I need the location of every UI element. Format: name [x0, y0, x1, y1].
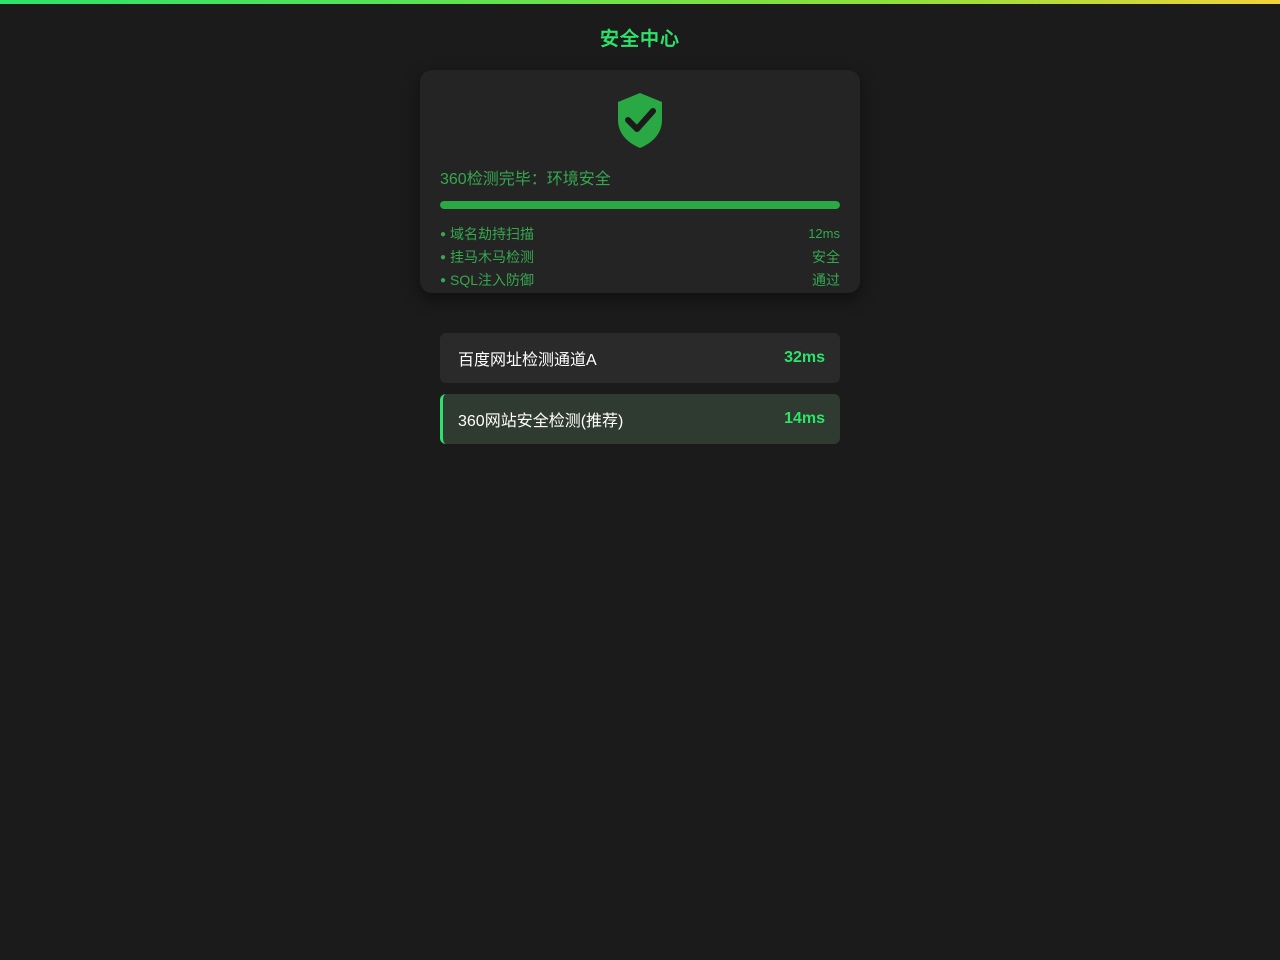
check-item-label: ● SQL注入防御 [440, 271, 535, 288]
check-item: ● 域名劫持扫描 12ms [440, 222, 840, 245]
check-item-label: ● 挂马木马检测 [440, 248, 535, 265]
check-list: ● 域名劫持扫描 12ms ● 挂马木马检测 安全 ● SQL注入防御 通过 [440, 222, 840, 291]
check-item: ● SQL注入防御 通过 [440, 268, 840, 291]
check-item-label: ● 域名劫持扫描 [440, 225, 535, 242]
bullet-icon: ● [440, 229, 447, 241]
check-item-value: 通过 [812, 271, 840, 288]
channel-option-360[interactable]: 360网站安全检测(推荐) 14ms [440, 394, 840, 444]
scan-progress-bar [440, 201, 840, 209]
channel-name: 百度网址检测通道A [458, 352, 597, 369]
page-title: 安全中心 [599, 29, 680, 50]
scan-progress-fill [440, 201, 840, 209]
bullet-icon: ● [440, 252, 447, 264]
scan-result-card: 360检测完毕：环境安全 ● 域名劫持扫描 12ms ● 挂马木马检测 安全 ● SQ… [420, 70, 860, 293]
channel-option-baidu[interactable]: 百度网址检测通道A 32ms [440, 333, 840, 383]
channel-latency: 32ms [784, 349, 825, 366]
channel-name: 360网站安全检测(推荐) [458, 413, 624, 430]
bullet-icon: ● [440, 275, 447, 287]
channel-latency: 14ms [784, 410, 825, 427]
scan-status-text: 360检测完毕：环境安全 [440, 171, 611, 188]
shield-check-icon [618, 93, 662, 148]
check-item-value: 12ms [808, 226, 840, 241]
top-accent-bar [0, 0, 1280, 4]
check-item-value: 安全 [812, 248, 840, 265]
check-item: ● 挂马木马检测 安全 [440, 245, 840, 268]
